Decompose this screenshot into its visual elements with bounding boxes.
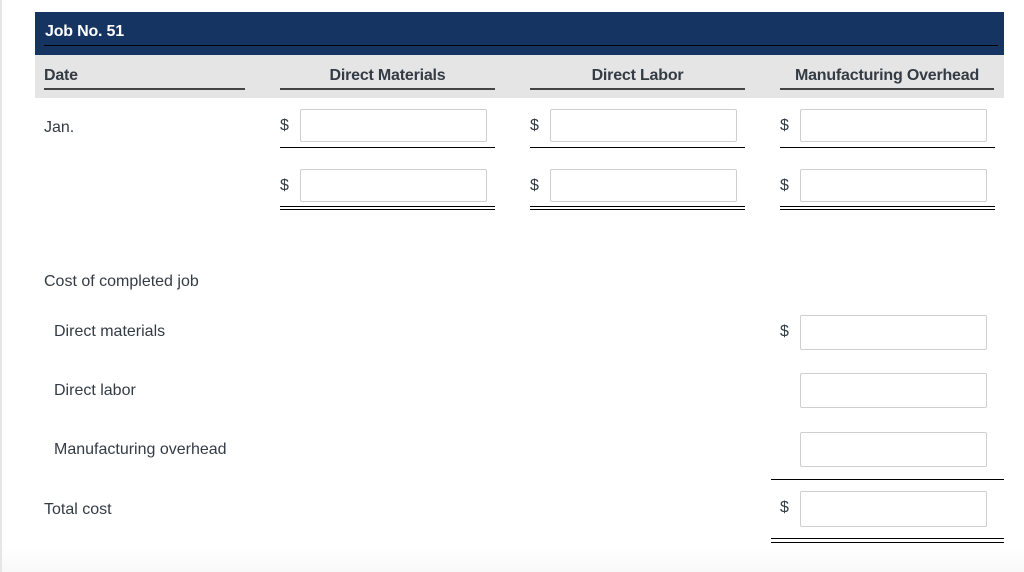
double-underline bbox=[780, 206, 995, 210]
dollar-sign: $ bbox=[280, 177, 289, 194]
double-underline bbox=[280, 206, 495, 210]
column-header-date: Date bbox=[44, 67, 245, 90]
double-underline bbox=[771, 538, 1004, 543]
bottom-fade bbox=[2, 548, 1024, 572]
jan-label: Jan. bbox=[44, 119, 75, 136]
jan-direct-materials-input[interactable] bbox=[300, 109, 487, 142]
dollar-sign: $ bbox=[530, 117, 539, 134]
dollar-sign: $ bbox=[780, 177, 789, 194]
jan-direct-labor-input[interactable] bbox=[550, 109, 737, 142]
total-cost-label: Total cost bbox=[44, 501, 112, 518]
summary-direct-materials-input[interactable] bbox=[800, 315, 987, 350]
dollar-sign: $ bbox=[280, 117, 289, 134]
underline bbox=[530, 147, 745, 148]
underline bbox=[780, 147, 995, 148]
column-header-direct-labor: Direct Labor bbox=[530, 67, 745, 90]
column-header-manufacturing-overhead: Manufacturing Overhead bbox=[780, 67, 994, 90]
left-border bbox=[0, 0, 2, 572]
job-header: Job No. 51 bbox=[35, 12, 1004, 55]
column-header-row: Date Direct Materials Direct Labor Manuf… bbox=[35, 55, 1004, 98]
header-rule bbox=[44, 45, 998, 46]
total-manufacturing-overhead-input[interactable] bbox=[800, 169, 987, 202]
cost-of-completed-job-heading: Cost of completed job bbox=[44, 273, 199, 290]
summary-direct-labor-label: Direct labor bbox=[54, 382, 136, 399]
underline bbox=[280, 147, 495, 148]
column-header-direct-materials: Direct Materials bbox=[280, 67, 495, 90]
total-direct-labor-input[interactable] bbox=[550, 169, 737, 202]
jan-manufacturing-overhead-input[interactable] bbox=[800, 109, 987, 142]
summary-direct-materials-label: Direct materials bbox=[54, 323, 166, 340]
dollar-sign: $ bbox=[780, 499, 789, 516]
underline bbox=[771, 479, 1004, 480]
summary-manufacturing-overhead-input[interactable] bbox=[800, 432, 987, 467]
total-direct-materials-input[interactable] bbox=[300, 169, 487, 202]
double-underline bbox=[530, 206, 745, 210]
dollar-sign: $ bbox=[530, 177, 539, 194]
dollar-sign: $ bbox=[780, 117, 789, 134]
job-title: Job No. 51 bbox=[45, 23, 124, 40]
summary-manufacturing-overhead-label: Manufacturing overhead bbox=[54, 441, 227, 458]
summary-direct-labor-input[interactable] bbox=[800, 373, 987, 408]
total-cost-input[interactable] bbox=[800, 491, 987, 527]
dollar-sign: $ bbox=[780, 323, 789, 340]
